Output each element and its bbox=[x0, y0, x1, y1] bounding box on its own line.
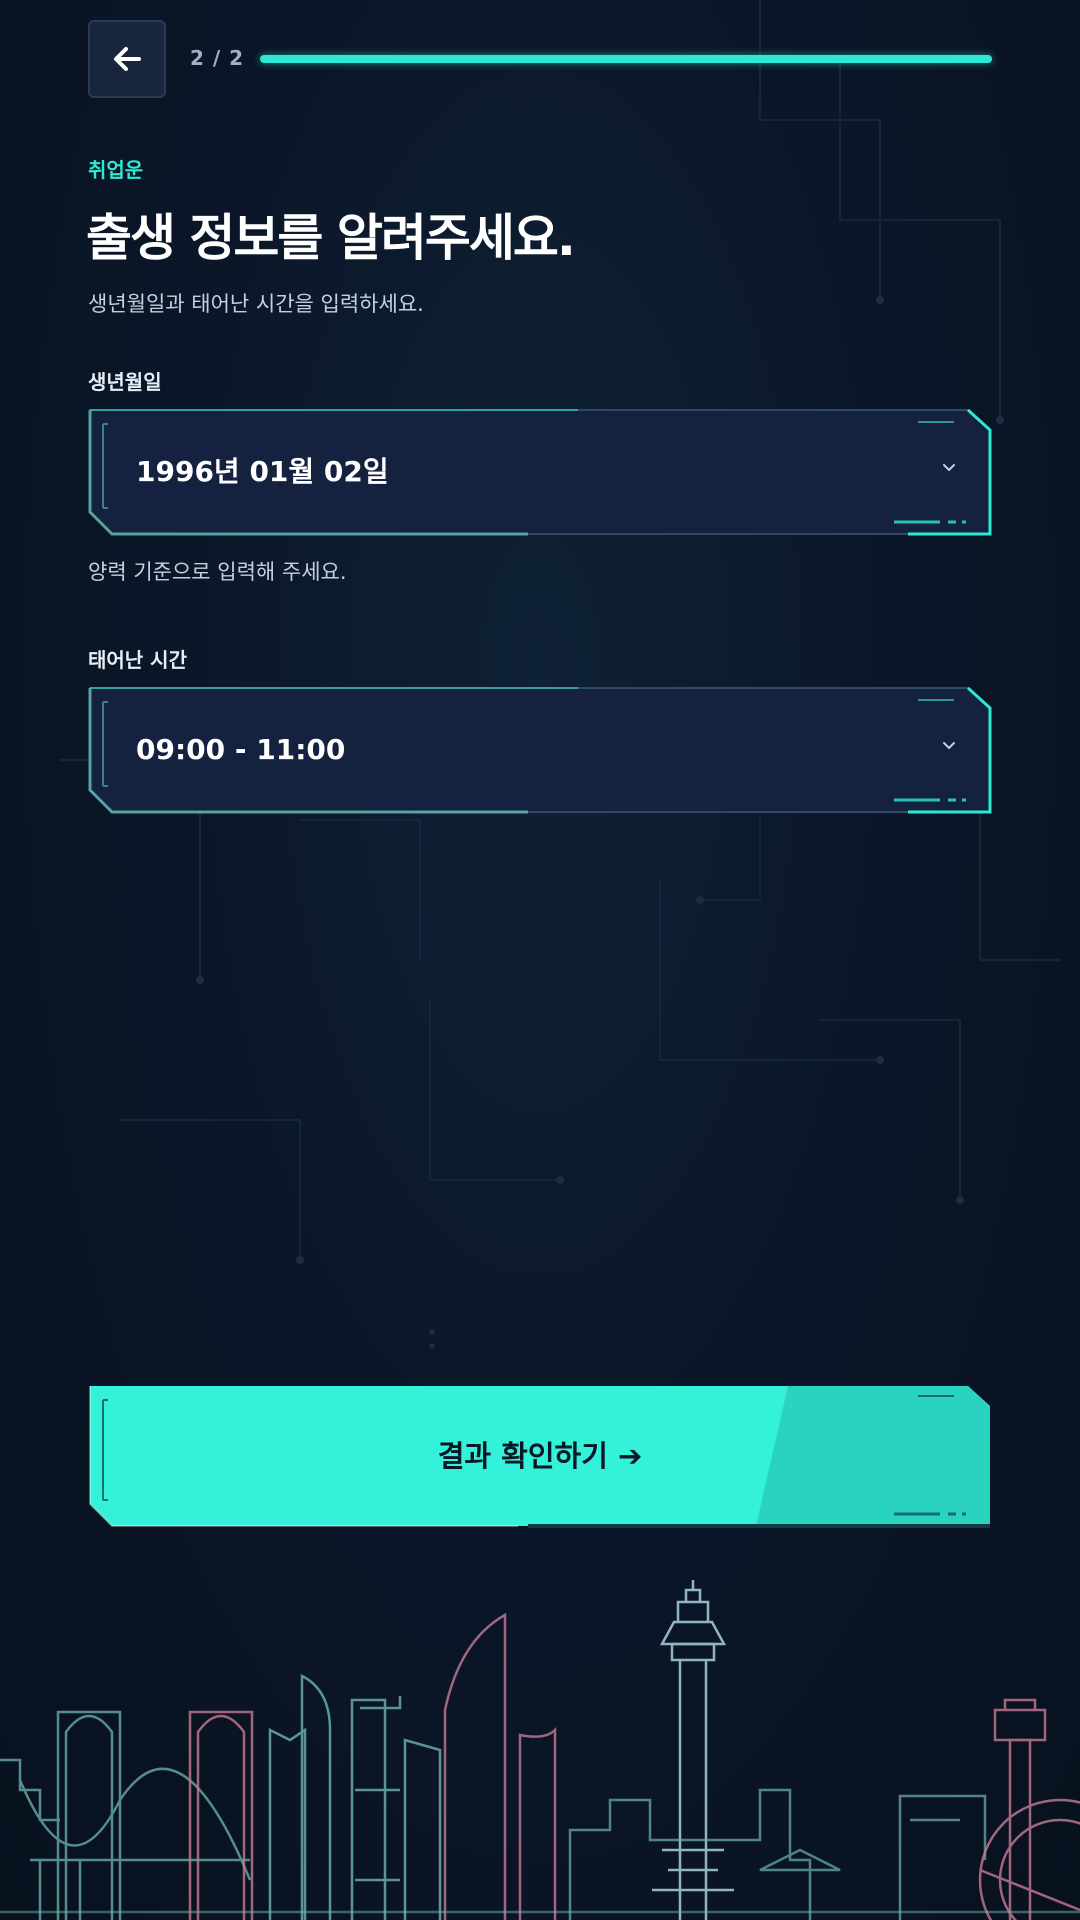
birth-date-value: 1996년 01월 02일 bbox=[136, 455, 389, 488]
chevron-down-icon bbox=[943, 742, 955, 750]
birth-date-label: 생년월일 bbox=[88, 370, 162, 394]
view-result-button[interactable]: 결과 확인하기 ➔ bbox=[88, 1384, 992, 1528]
birth-date-helper: 양력 기준으로 입력해 주세요. bbox=[88, 560, 347, 584]
birth-time-value: 09:00 - 11:00 bbox=[136, 733, 346, 766]
page-title: 출생 정보를 알려주세요. bbox=[86, 209, 576, 267]
back-button[interactable] bbox=[88, 20, 166, 98]
progress-bar bbox=[260, 55, 992, 63]
birth-date-select[interactable]: 1996년 01월 02일 bbox=[88, 408, 992, 536]
arrow-left-icon bbox=[114, 47, 141, 71]
birth-time-label: 태어난 시간 bbox=[88, 648, 187, 672]
step-indicator: 2 / 2 bbox=[190, 46, 245, 70]
category-label: 취업운 bbox=[88, 158, 144, 182]
progress-bar-fill bbox=[260, 55, 992, 63]
chevron-down-icon bbox=[943, 464, 955, 472]
page-subtitle: 생년월일과 태어난 시간을 입력하세요. bbox=[88, 292, 424, 316]
busan-skyline-illustration bbox=[0, 1580, 1080, 1920]
view-result-label: 결과 확인하기 ➔ bbox=[437, 1439, 643, 1473]
birth-time-select[interactable]: 09:00 - 11:00 bbox=[88, 686, 992, 814]
